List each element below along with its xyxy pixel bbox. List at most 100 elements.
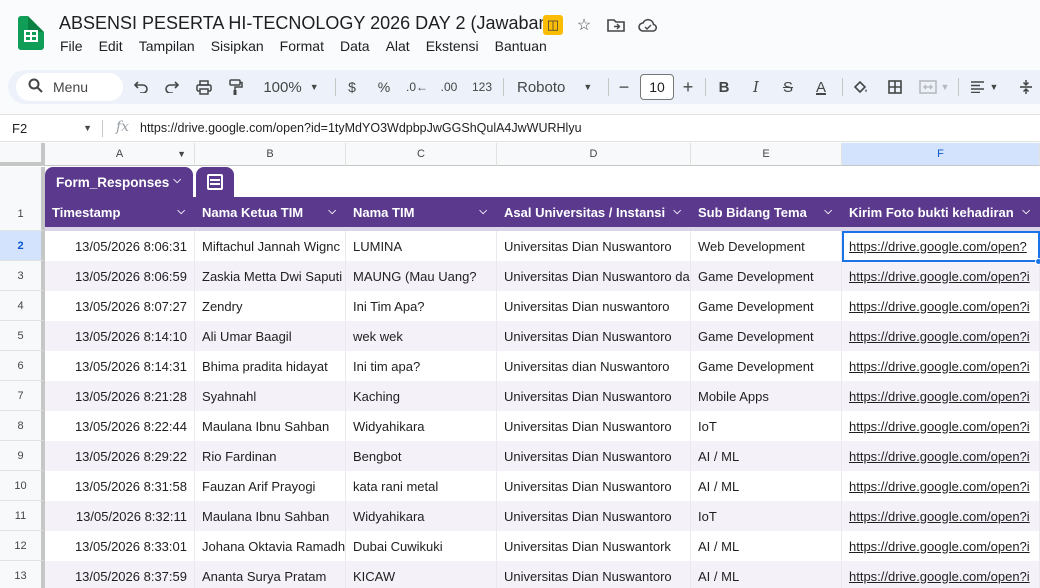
table-cell[interactable]: Mobile Apps xyxy=(691,381,842,411)
increase-decimal-button[interactable]: .00 xyxy=(437,70,461,104)
table-name-tab[interactable]: Form_Responses ⌵ xyxy=(45,167,193,197)
table-cell[interactable]: https://drive.google.com/open?i xyxy=(842,561,1040,588)
table-cell[interactable]: Universitas Dian Nuswantoro xyxy=(497,411,691,441)
table-cell[interactable]: 13/05/2026 8:14:31 xyxy=(45,351,195,381)
row-header-12[interactable]: 12 xyxy=(0,531,45,561)
paint-format-icon[interactable] xyxy=(225,70,247,104)
column-header-a[interactable]: A ▼ xyxy=(45,143,195,166)
table-cell[interactable]: 13/05/2026 8:07:27 xyxy=(45,291,195,321)
table-cell[interactable]: IoT xyxy=(691,501,842,531)
table-header-asal-universitas[interactable]: Asal Universitas / Instansi ⌵ xyxy=(497,197,691,227)
table-cell[interactable]: Widyahikara xyxy=(346,411,497,441)
font-size-increase-icon[interactable]: + xyxy=(678,70,698,104)
row-header-9[interactable]: 9 xyxy=(0,441,45,471)
font-select[interactable]: Roboto ▼ xyxy=(513,70,605,104)
table-cell[interactable]: Universitas Dian Nuswantoro da xyxy=(497,261,691,291)
table-cell[interactable]: 13/05/2026 8:22:44 xyxy=(45,411,195,441)
table-cell[interactable]: AI / ML xyxy=(691,531,842,561)
table-cell[interactable]: Rio Fardinan xyxy=(195,441,346,471)
table-cell[interactable]: AI / ML xyxy=(691,561,842,588)
table-cell[interactable]: AI / ML xyxy=(691,441,842,471)
menu-data[interactable]: Data xyxy=(340,38,378,54)
decrease-decimal-button[interactable]: .0← xyxy=(406,70,428,104)
table-header-nama-ketua[interactable]: Nama Ketua TIM ⌵ xyxy=(195,197,346,227)
table-cell[interactable]: https://drive.google.com/open?i xyxy=(842,411,1040,441)
menu-tools[interactable]: Alat xyxy=(386,38,418,54)
table-cell[interactable]: Universitas Dian Nuswantoro xyxy=(497,231,691,261)
column-header-d[interactable]: D xyxy=(497,143,691,166)
table-header-nama-tim[interactable]: Nama TIM ⌵ xyxy=(346,197,497,227)
table-cell[interactable]: https://drive.google.com/open?i xyxy=(842,291,1040,321)
table-cell[interactable]: Widyahikara xyxy=(346,501,497,531)
table-cell[interactable]: https://drive.google.com/open?i xyxy=(842,441,1040,471)
table-cell[interactable]: Ananta Surya Pratam xyxy=(195,561,346,588)
menu-search-button[interactable]: Menu xyxy=(16,73,123,101)
star-icon[interactable]: ☆ xyxy=(573,14,595,36)
table-cell[interactable]: Universitas Dian Nuswantoro xyxy=(497,441,691,471)
table-header-foto[interactable]: Kirim Foto bukti kehadiran ⌵ xyxy=(842,197,1040,227)
table-cell[interactable]: Ali Umar Baagil xyxy=(195,321,346,351)
table-cell[interactable]: https://drive.google.com/open?i xyxy=(842,321,1040,351)
row-header-10[interactable]: 10 xyxy=(0,471,45,501)
table-cell[interactable]: 13/05/2026 8:31:58 xyxy=(45,471,195,501)
font-size-decrease-icon[interactable]: − xyxy=(614,70,634,104)
fill-color-icon[interactable] xyxy=(850,70,872,104)
table-cell[interactable]: https://drive.google.com/open?i xyxy=(842,501,1040,531)
table-cell[interactable]: MAUNG (Mau Uang? xyxy=(346,261,497,291)
row-header-5[interactable]: 5 xyxy=(0,321,45,351)
menu-edit[interactable]: Edit xyxy=(99,38,131,54)
row-header-13[interactable]: 13 xyxy=(0,561,45,588)
spreadsheet-grid[interactable]: A ▼ B C D E F Form_Responses ⌵ Timestamp ⌵… xyxy=(0,143,1040,588)
row-header-1[interactable]: 1 xyxy=(0,197,45,231)
table-cell[interactable]: Miftachul Jannah Wignc xyxy=(195,231,346,261)
menu-format[interactable]: Format xyxy=(280,38,332,54)
sheets-logo-icon[interactable] xyxy=(18,16,44,50)
row-header-6[interactable]: 6 xyxy=(0,351,45,381)
table-cell[interactable]: kata rani metal xyxy=(346,471,497,501)
column-header-e[interactable]: E xyxy=(691,143,842,166)
table-cell[interactable]: wek wek xyxy=(346,321,497,351)
zoom-select[interactable]: 100% ▼ xyxy=(258,70,324,104)
document-title[interactable]: ABSENSI PESERTA HI-TECNOLOGY 2026 DAY 2 … xyxy=(59,13,555,34)
print-icon[interactable] xyxy=(193,70,215,104)
table-cell[interactable]: Dubai Cuwikuki xyxy=(346,531,497,561)
table-cell[interactable]: Game Development xyxy=(691,351,842,381)
currency-button[interactable]: $ xyxy=(342,70,362,104)
table-cell[interactable]: Universitas Dian Nuswantoro xyxy=(497,561,691,588)
table-cell[interactable]: Maulana Ibnu Sahban xyxy=(195,411,346,441)
table-header-timestamp[interactable]: Timestamp ⌵ xyxy=(45,197,195,227)
table-cell[interactable]: Syahnahl xyxy=(195,381,346,411)
row-header-4[interactable]: 4 xyxy=(0,291,45,321)
table-cell[interactable]: 13/05/2026 8:29:22 xyxy=(45,441,195,471)
menu-view[interactable]: Tampilan xyxy=(139,38,203,54)
table-cell[interactable]: Universitas Dian Nuswantoro xyxy=(497,501,691,531)
table-cell[interactable]: LUMINA xyxy=(346,231,497,261)
strikethrough-button[interactable]: S xyxy=(777,70,799,104)
table-cell[interactable]: https://drive.google.com/open?i xyxy=(842,351,1040,381)
table-header-sub-bidang[interactable]: Sub Bidang Tema ⌵ xyxy=(691,197,842,227)
table-cell[interactable]: Universitas Dian Nuswantoro xyxy=(497,321,691,351)
row-header-11[interactable]: 11 xyxy=(0,501,45,531)
merge-cells-icon[interactable]: ▼ xyxy=(916,70,952,104)
borders-icon[interactable] xyxy=(884,70,906,104)
table-cell[interactable]: Universitas dian Nuswantoro xyxy=(497,351,691,381)
row-header-7[interactable]: 7 xyxy=(0,381,45,411)
italic-button[interactable]: I xyxy=(745,70,767,104)
table-cell[interactable]: Universitas Dian Nuswantoro xyxy=(497,381,691,411)
bold-button[interactable]: B xyxy=(713,70,735,104)
table-cell[interactable]: Ini Tim Apa? xyxy=(346,291,497,321)
table-cell[interactable]: Universitas Dian Nuswantoro xyxy=(497,471,691,501)
move-folder-icon[interactable] xyxy=(605,14,627,36)
table-cell[interactable]: 13/05/2026 8:21:28 xyxy=(45,381,195,411)
undo-icon[interactable] xyxy=(130,70,152,104)
table-cell[interactable]: Web Development xyxy=(691,231,842,261)
row-header-2[interactable]: 2 xyxy=(0,231,45,261)
column-header-c[interactable]: C xyxy=(346,143,497,166)
table-cell[interactable]: Game Development xyxy=(691,321,842,351)
column-header-b[interactable]: B xyxy=(195,143,346,166)
percent-button[interactable]: % xyxy=(374,70,394,104)
name-box[interactable]: F2 ▼ xyxy=(0,115,100,141)
no-sync-icon[interactable]: ◫ xyxy=(543,15,563,35)
table-cell[interactable]: 13/05/2026 8:06:59 xyxy=(45,261,195,291)
menu-help[interactable]: Bantuan xyxy=(495,38,555,54)
